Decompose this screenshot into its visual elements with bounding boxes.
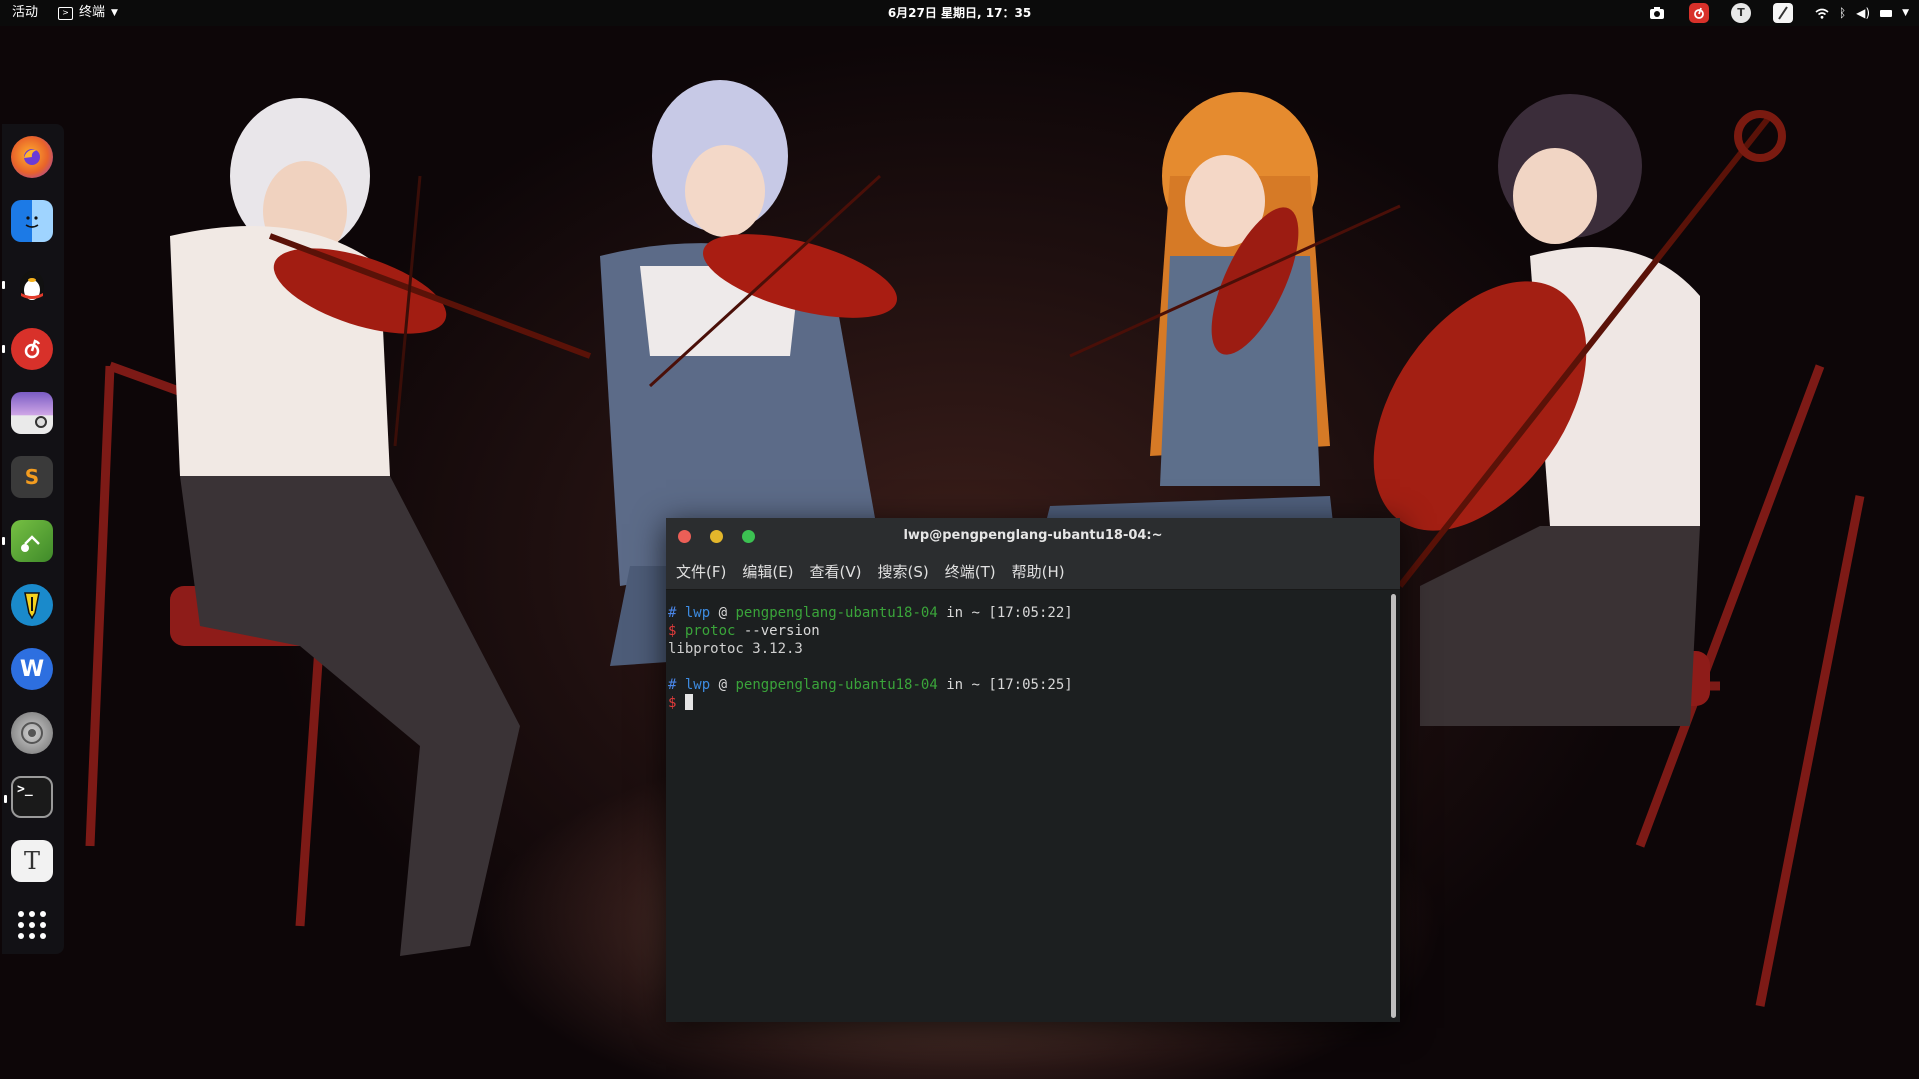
chevron-down-icon[interactable]: ▼ xyxy=(1902,0,1909,26)
minimize-button[interactable] xyxy=(710,530,723,543)
maximize-button[interactable] xyxy=(742,530,755,543)
image-viewer-icon[interactable] xyxy=(11,392,53,434)
prompt-line: # lwp @ pengpenglang-ubantu18-04 in ~ [1… xyxy=(668,677,1073,693)
qq-penguin-icon[interactable] xyxy=(2,264,53,306)
bluetooth-icon[interactable]: ᛒ xyxy=(1839,0,1846,26)
system-settings-icon[interactable] xyxy=(11,712,53,754)
terminal-menubar: 文件(F) 编辑(E) 查看(V) 搜索(S) 终端(T) 帮助(H) xyxy=(666,554,1400,590)
menu-edit[interactable]: 编辑(E) xyxy=(742,561,793,582)
menu-file[interactable]: 文件(F) xyxy=(676,561,726,582)
wifi-icon[interactable]: ᛒ ◀) ▼ xyxy=(1815,0,1909,26)
dock: S W >_ T xyxy=(2,124,64,954)
typora-icon[interactable]: T xyxy=(1730,3,1751,23)
netease-music-icon[interactable] xyxy=(2,328,53,370)
menu-view[interactable]: 查看(V) xyxy=(810,561,862,582)
terminal-icon[interactable]: >_ xyxy=(4,776,53,818)
figure-violinist-3 xyxy=(1030,92,1401,586)
terminal-output[interactable]: # lwp @ pengpenglang-ubantu18-04 in ~ [1… xyxy=(666,590,1390,1022)
battery-icon[interactable] xyxy=(1880,9,1893,17)
scrollbar[interactable] xyxy=(1391,594,1396,1018)
clock[interactable]: 6月27日 星期日, 17：35 xyxy=(0,0,1919,26)
netease-music-icon[interactable] xyxy=(1688,3,1709,23)
typora-icon[interactable]: T xyxy=(11,840,53,882)
terminal-title: lwp@pengpenglang-ubantu18-04:~ xyxy=(903,528,1163,543)
show-apps-icon[interactable] xyxy=(11,904,53,946)
prompt-line: # lwp @ pengpenglang-ubantu18-04 in ~ [1… xyxy=(668,605,1073,621)
close-button[interactable] xyxy=(678,530,691,543)
system-tray[interactable]: T ᛒ ◀) ▼ xyxy=(1647,0,1909,26)
output-line: libprotoc 3.12.3 xyxy=(668,641,803,657)
menu-help[interactable]: 帮助(H) xyxy=(1012,561,1065,582)
nvidia-sync-icon[interactable] xyxy=(2,520,53,562)
menu-terminal[interactable]: 终端(T) xyxy=(945,561,996,582)
firefox-icon[interactable] xyxy=(11,136,53,178)
camera-icon[interactable] xyxy=(1647,3,1667,23)
figure-violinist-1 xyxy=(170,98,592,956)
terminal-window[interactable]: lwp@pengpenglang-ubantu18-04:~ 文件(F) 编辑(… xyxy=(666,518,1400,1022)
command-line: $ protoc --version xyxy=(668,623,820,639)
pen-app-icon[interactable] xyxy=(11,584,53,626)
notes-icon[interactable] xyxy=(1772,3,1793,23)
input-line[interactable]: $ xyxy=(668,694,1390,712)
wps-writer-icon[interactable]: W xyxy=(11,648,53,690)
sublime-text-icon[interactable]: S xyxy=(11,456,53,498)
top-bar: 活动 > 终端 ▼ 6月27日 星期日, 17：35 T ᛒ ◀) ▼ xyxy=(0,0,1919,26)
text-cursor xyxy=(684,694,693,710)
volume-icon[interactable]: ◀) xyxy=(1856,0,1870,26)
terminal-titlebar[interactable]: lwp@pengpenglang-ubantu18-04:~ xyxy=(666,518,1400,554)
finder-icon[interactable] xyxy=(11,200,53,242)
menu-search[interactable]: 搜索(S) xyxy=(878,561,929,582)
